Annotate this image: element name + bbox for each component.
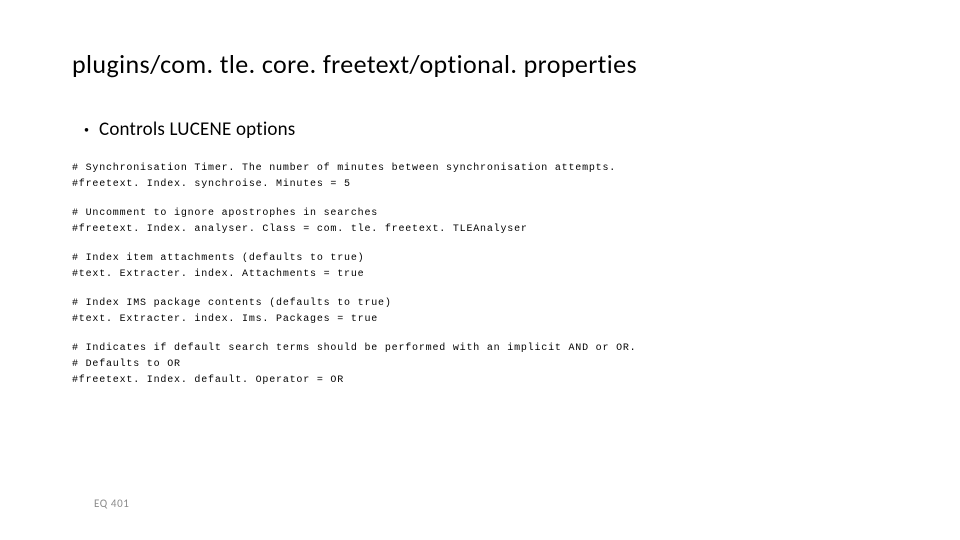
- blank-line: [72, 328, 888, 341]
- bullet-dot-icon: •: [84, 125, 89, 135]
- footer-code: EQ 401: [94, 497, 129, 510]
- code-line: #freetext. Index. synchroise. Minutes = …: [72, 177, 888, 193]
- bullet-item: • Controls LUCENE options: [84, 118, 888, 141]
- slide-title: plugins/com. tle. core. freetext/optiona…: [72, 48, 888, 80]
- code-line: # Index IMS package contents (defaults t…: [72, 296, 888, 312]
- blank-line: [72, 238, 888, 251]
- code-line: #text. Extracter. index. Ims. Packages =…: [72, 312, 888, 328]
- blank-line: [72, 193, 888, 206]
- blank-line: [72, 283, 888, 296]
- code-line: #text. Extracter. index. Attachments = t…: [72, 267, 888, 283]
- code-line: #freetext. Index. default. Operator = OR: [72, 373, 888, 389]
- slide: plugins/com. tle. core. freetext/optiona…: [0, 0, 960, 540]
- code-line: # Index item attachments (defaults to tr…: [72, 251, 888, 267]
- code-line: #freetext. Index. analyser. Class = com.…: [72, 222, 888, 238]
- code-line: # Indicates if default search terms shou…: [72, 341, 888, 357]
- code-line: # Synchronisation Timer. The number of m…: [72, 161, 888, 177]
- properties-code-block: # Synchronisation Timer. The number of m…: [72, 161, 888, 389]
- code-line: # Uncomment to ignore apostrophes in sea…: [72, 206, 888, 222]
- code-line: # Defaults to OR: [72, 357, 888, 373]
- bullet-text: Controls LUCENE options: [99, 118, 295, 141]
